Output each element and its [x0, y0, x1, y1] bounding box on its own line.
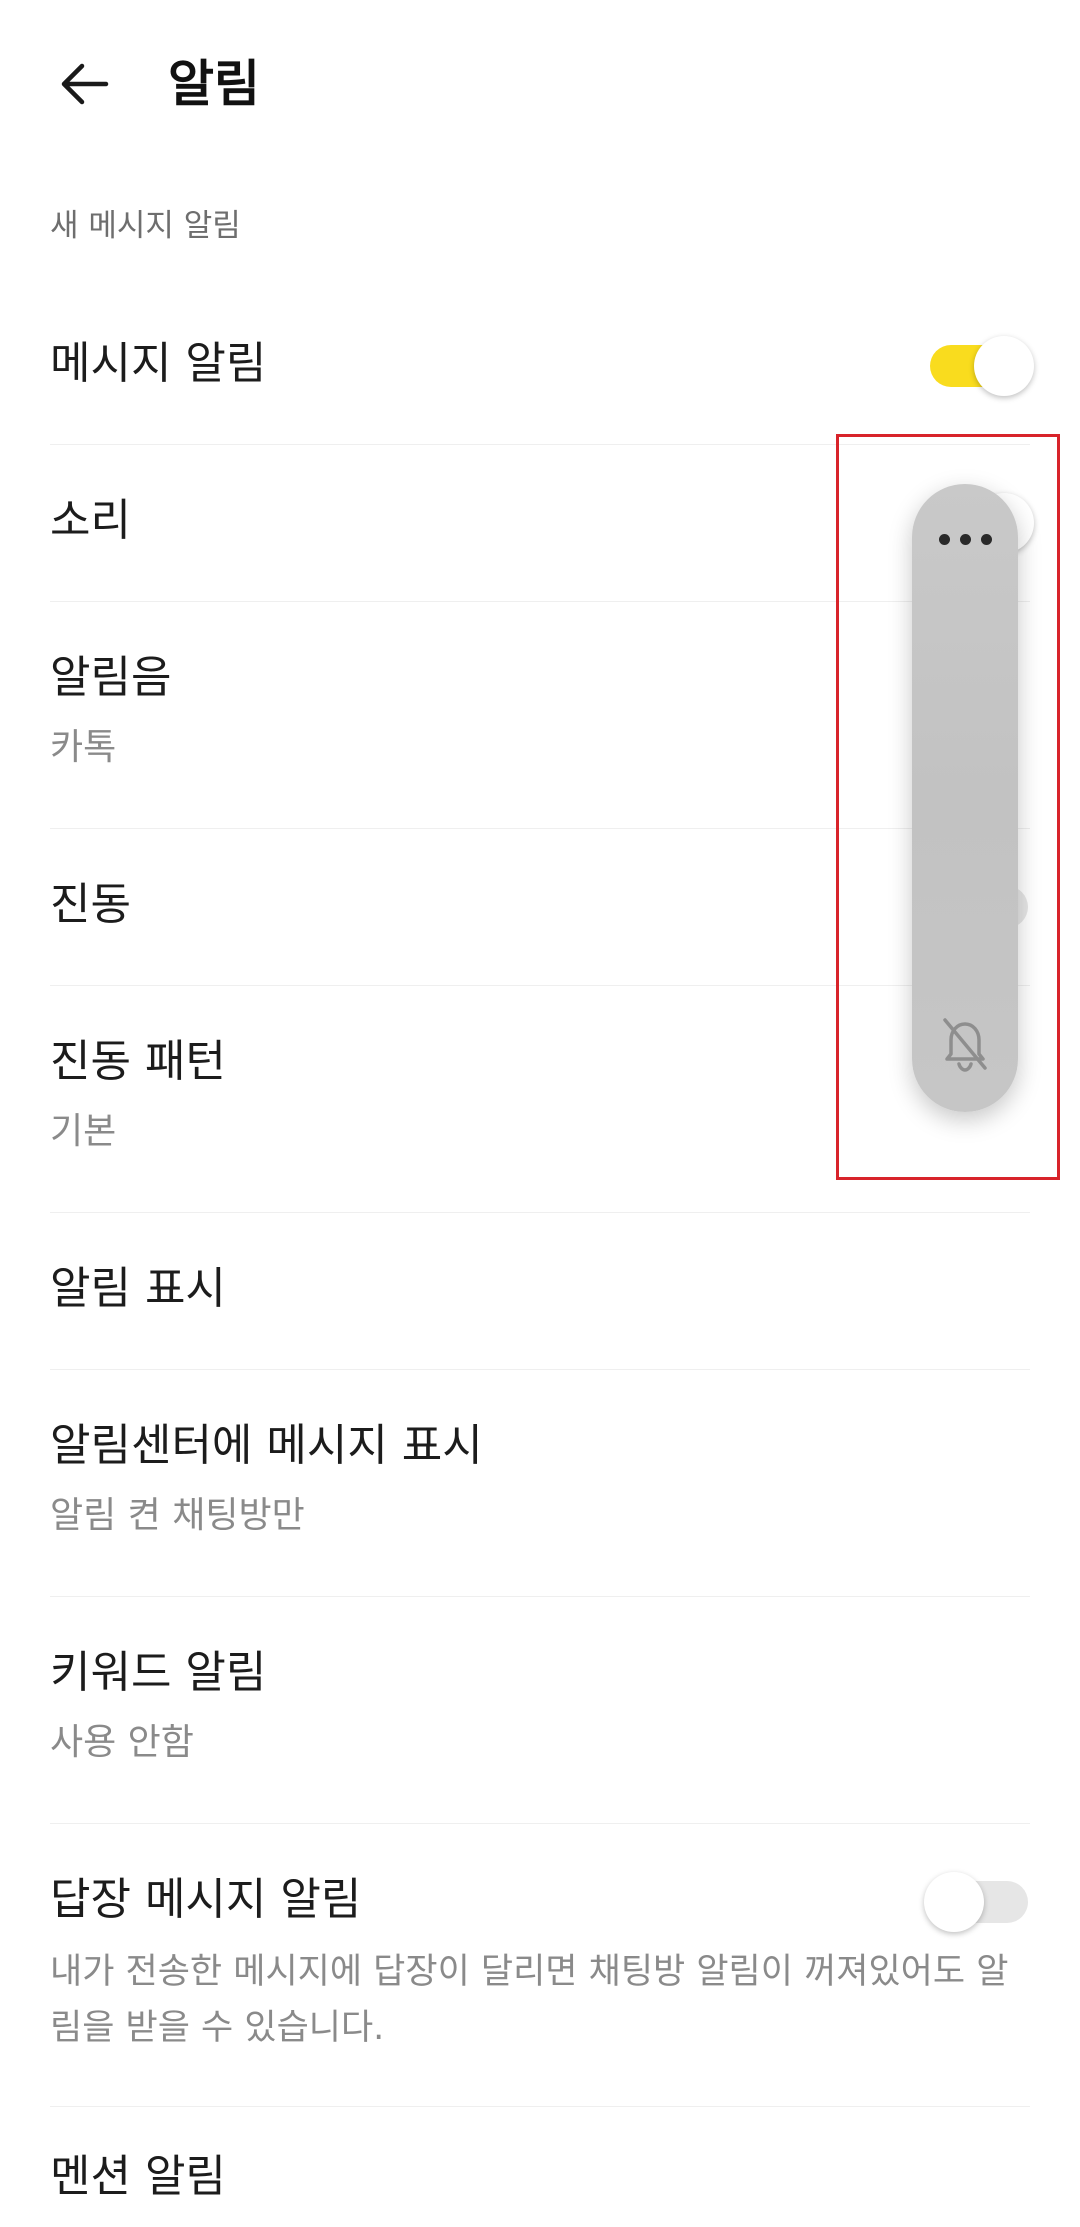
setting-value: 기본	[50, 1111, 117, 1152]
more-options-button[interactable]	[912, 504, 1018, 574]
setting-title: 알림센터에 메시지 표시	[50, 1420, 483, 1471]
setting-value: 카톡	[50, 727, 117, 768]
setting-title: 멘션 알림	[50, 2151, 226, 2202]
setting-title: 키워드 알림	[50, 1647, 267, 1698]
arrow-left-icon	[61, 63, 109, 105]
toggle-knob	[924, 1872, 984, 1932]
more-dots-icon	[980, 533, 992, 545]
setting-description: 내가 전송한 메시지에 답장이 달리면 채팅방 알림이 꺼져있어도 알림을 받을…	[50, 1952, 1009, 2048]
setting-reply-notification[interactable]: 답장 메시지 알림 내가 전송한 메시지에 답장이 달리면 채팅방 알림이 꺼져…	[0, 1824, 1080, 2106]
setting-title: 진동 패턴	[50, 1036, 226, 1087]
setting-value: 알림 켠 채팅방만	[50, 1495, 305, 1536]
setting-title: 답장 메시지 알림	[50, 1874, 362, 1925]
back-button[interactable]	[44, 44, 124, 124]
toggle-knob	[974, 336, 1034, 396]
reply-notification-toggle[interactable]	[924, 1872, 1028, 1932]
setting-title: 메시지 알림	[50, 338, 267, 389]
floating-action-bar[interactable]	[912, 484, 1018, 1112]
setting-notification-display[interactable]: 알림 표시	[0, 1213, 1080, 1369]
more-dots-icon	[938, 533, 950, 545]
bell-off-icon	[943, 1018, 987, 1072]
more-dots-icon	[959, 533, 971, 545]
setting-mention-notification[interactable]: 멘션 알림	[0, 2107, 1080, 2227]
section-header: 새 메시지 알림	[50, 208, 241, 244]
mute-button[interactable]	[912, 994, 1018, 1094]
setting-value: 사용 안함	[50, 1722, 194, 1763]
settings-list: 새 메시지 알림 메시지 알림 소리 알림음 카톡 진동 진동 패턴 기본 알림…	[0, 168, 1080, 2227]
app-header: 알림	[0, 0, 1080, 168]
setting-title: 진동	[50, 879, 131, 930]
setting-notification-center[interactable]: 알림센터에 메시지 표시 알림 켠 채팅방만	[0, 1370, 1080, 1596]
setting-message-notification[interactable]: 메시지 알림	[0, 288, 1080, 444]
setting-title: 알림음	[50, 652, 172, 703]
setting-title: 알림 표시	[50, 1263, 226, 1314]
setting-keyword-notification[interactable]: 키워드 알림 사용 안함	[0, 1597, 1080, 1823]
setting-title: 소리	[50, 495, 131, 546]
message-notification-toggle[interactable]	[930, 336, 1034, 396]
page-title: 알림	[168, 55, 260, 113]
